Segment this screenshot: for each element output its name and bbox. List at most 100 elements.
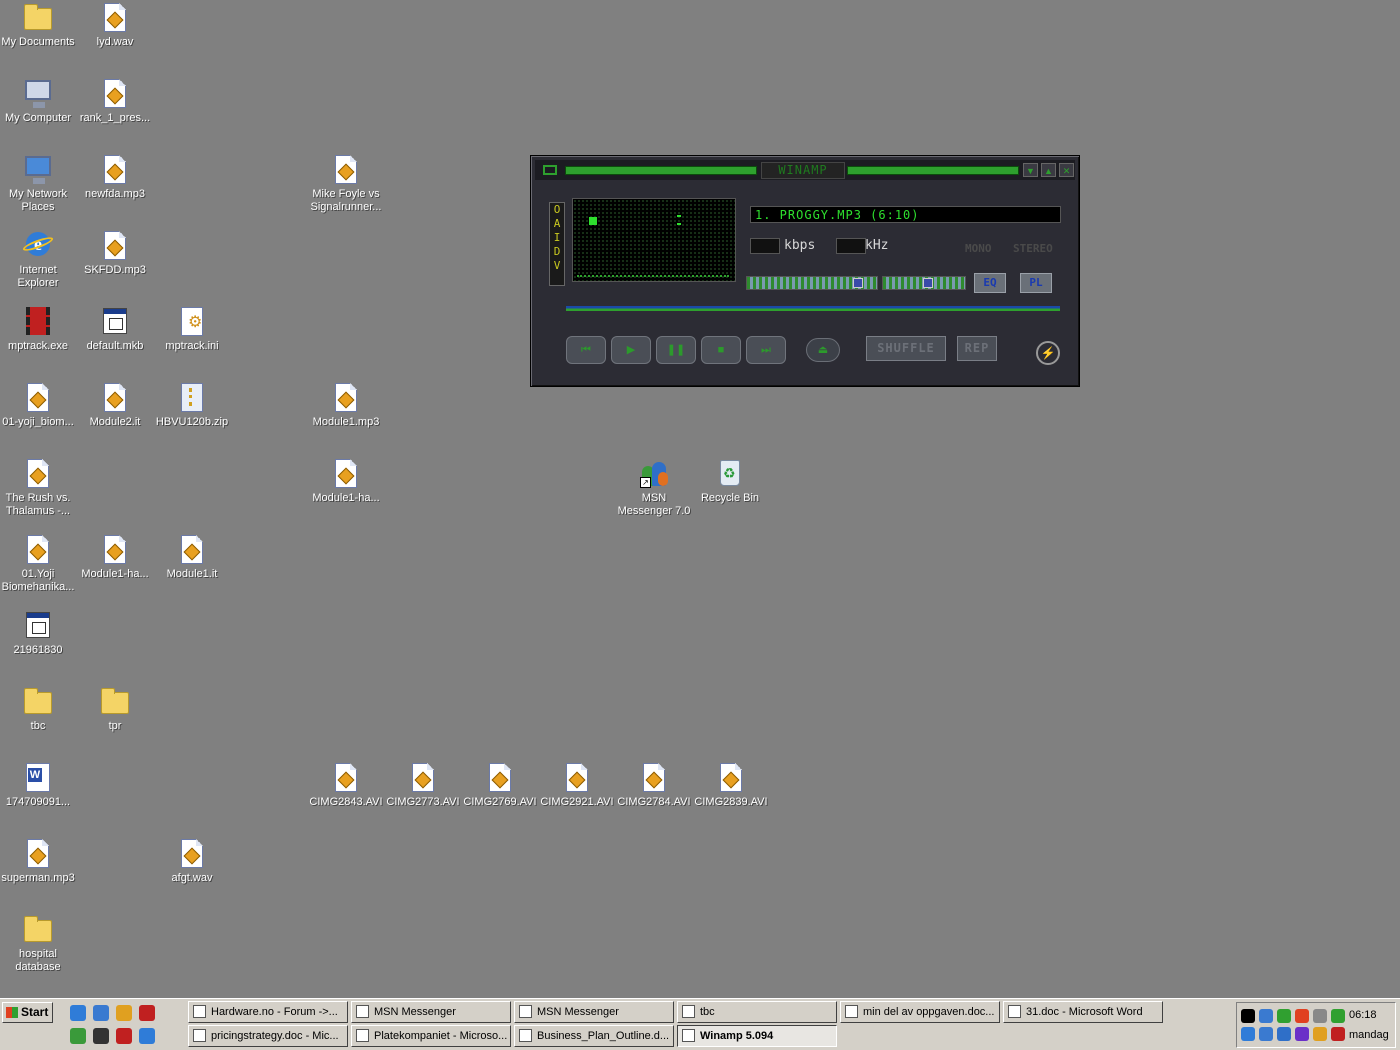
- eject-button[interactable]: ⏏: [806, 338, 840, 362]
- close-button[interactable]: ✕: [1059, 163, 1074, 177]
- desktop-icon[interactable]: CIMG2769.AVI: [462, 762, 538, 809]
- clutterbar[interactable]: OAIDV: [549, 202, 565, 286]
- volume-knob[interactable]: [853, 278, 863, 288]
- desktop-icon[interactable]: ↗ MSN Messenger 7.0: [616, 458, 692, 518]
- volume-slider[interactable]: [746, 276, 878, 290]
- desktop-icon[interactable]: mptrack.ini: [154, 306, 230, 353]
- desktop-icon[interactable]: 01.Yoji Biomehanika...: [0, 534, 76, 594]
- desktop-icon[interactable]: mptrack.exe: [0, 306, 76, 353]
- winamp-titlebar[interactable]: WINAMP ▼ ▲ ✕: [535, 160, 1075, 180]
- film-icon[interactable]: [139, 1005, 155, 1021]
- clutterbar-letter[interactable]: V: [550, 259, 564, 273]
- desktop-icon[interactable]: 174709091...: [0, 762, 76, 809]
- desktop-icon[interactable]: Recycle Bin: [692, 458, 768, 505]
- media-tray-icon[interactable]: [1241, 1009, 1255, 1023]
- msn-icon[interactable]: [70, 1028, 86, 1044]
- messenger-tray-icon[interactable]: [1259, 1027, 1273, 1041]
- repeat-button[interactable]: REP: [957, 336, 997, 361]
- desktop-icon[interactable]: 01-yoji_biom...: [0, 382, 76, 429]
- desktop-icon[interactable]: Module1.it: [154, 534, 230, 581]
- taskbar-button[interactable]: Winamp 5.094: [677, 1025, 837, 1047]
- balance-knob[interactable]: [923, 278, 933, 288]
- msn-tray-icon[interactable]: [1259, 1009, 1273, 1023]
- playlist-toggle[interactable]: PL: [1020, 273, 1052, 293]
- desktop-icon[interactable]: 21961830: [0, 610, 76, 657]
- desktop-icon[interactable]: superman.mp3: [0, 838, 76, 885]
- display-tray-icon[interactable]: [1277, 1027, 1291, 1041]
- winamp-icon[interactable]: [116, 1005, 132, 1021]
- start-button[interactable]: Start: [2, 1002, 53, 1023]
- taskbar-button[interactable]: Platekompaniet - Microso...: [351, 1025, 511, 1047]
- ie-icon[interactable]: [70, 1005, 86, 1021]
- outlook-icon[interactable]: [93, 1005, 109, 1021]
- ok-tray-icon[interactable]: [1277, 1009, 1291, 1023]
- taskbar-button[interactable]: MSN Messenger: [351, 1001, 511, 1023]
- media-file-icon: [176, 534, 208, 566]
- desktop-icon[interactable]: e Internet Explorer: [0, 230, 76, 290]
- seek-bar[interactable]: [566, 306, 1060, 311]
- taskbar-button[interactable]: min del av oppgaven.doc...: [840, 1001, 1000, 1023]
- song-title-display[interactable]: 1. PROGGY.MP3 (6:10): [750, 206, 1061, 223]
- desktop-icon[interactable]: Module2.it: [77, 382, 153, 429]
- minimize-button[interactable]: ▼: [1023, 163, 1038, 177]
- winamp-menu-button[interactable]: [543, 165, 557, 175]
- search-icon[interactable]: [139, 1028, 155, 1044]
- equalizer-toggle[interactable]: EQ: [974, 273, 1006, 293]
- ie-tray-icon[interactable]: [1241, 1027, 1255, 1041]
- clutterbar-letter[interactable]: D: [550, 245, 564, 259]
- desktop-icon[interactable]: SKFDD.mp3: [77, 230, 153, 277]
- previous-button[interactable]: ⏮: [566, 336, 606, 364]
- desktop-icon[interactable]: afgt.wav: [154, 838, 230, 885]
- desktop-icon[interactable]: Mike Foyle vs Signalrunner...: [308, 154, 384, 214]
- next-button[interactable]: ⏭: [746, 336, 786, 364]
- desktop-icon[interactable]: newfda.mp3: [77, 154, 153, 201]
- desktop-icon[interactable]: CIMG2921.AVI: [539, 762, 615, 809]
- desktop-icon[interactable]: CIMG2773.AVI: [385, 762, 461, 809]
- desktop-icon[interactable]: Module1-ha...: [77, 534, 153, 581]
- winamp-window[interactable]: WINAMP ▼ ▲ ✕ OAIDV 1. PROGGY.MP3 (6:10) …: [530, 155, 1080, 387]
- desktop-icon[interactable]: My Network Places: [0, 154, 76, 214]
- desktop-icon[interactable]: tpr: [77, 686, 153, 733]
- gpu-tray-icon[interactable]: [1295, 1027, 1309, 1041]
- taskbar-button[interactable]: tbc: [677, 1001, 837, 1023]
- taskbar-button[interactable]: MSN Messenger: [514, 1001, 674, 1023]
- update-tray-icon[interactable]: [1331, 1009, 1345, 1023]
- network-tray-icon[interactable]: [1313, 1009, 1327, 1023]
- desktop-icon[interactable]: The Rush vs. Thalamus -...: [0, 458, 76, 518]
- stop-button[interactable]: ■: [701, 336, 741, 364]
- balance-slider[interactable]: [882, 276, 966, 290]
- antivirus-tray-icon[interactable]: [1295, 1009, 1309, 1023]
- pause-button[interactable]: ❚❚: [656, 336, 696, 364]
- desktop-icon[interactable]: CIMG2839.AVI: [693, 762, 769, 809]
- taskbar-button[interactable]: Hardware.no - Forum ->...: [188, 1001, 348, 1023]
- play-button[interactable]: ▶: [611, 336, 651, 364]
- security-tray-icon[interactable]: [1313, 1027, 1327, 1041]
- desktop-icon[interactable]: My Documents: [0, 2, 76, 49]
- winamp-logo-icon[interactable]: ⚡: [1036, 341, 1060, 365]
- desktop-icon[interactable]: hospital database: [0, 914, 76, 974]
- desktop-icon[interactable]: tbc: [0, 686, 76, 733]
- shield-icon[interactable]: [1331, 1027, 1345, 1041]
- visualizer[interactable]: [572, 198, 736, 282]
- desktop-icon[interactable]: Module1.mp3: [308, 382, 384, 429]
- desktop-icon[interactable]: rank_1_pres...: [77, 78, 153, 125]
- shade-button[interactable]: ▲: [1041, 163, 1056, 177]
- desktop-icon[interactable]: Module1-ha...: [308, 458, 384, 505]
- pdf-icon[interactable]: [116, 1028, 132, 1044]
- taskbar-button[interactable]: Business_Plan_Outline.d...: [514, 1025, 674, 1047]
- desktop-icon[interactable]: CIMG2843.AVI: [308, 762, 384, 809]
- clutterbar-letter[interactable]: A: [550, 217, 564, 231]
- clutterbar-letter[interactable]: I: [550, 231, 564, 245]
- taskbar-button[interactable]: 31.doc - Microsoft Word: [1003, 1001, 1163, 1023]
- desktop-icon[interactable]: default.mkb: [77, 306, 153, 353]
- font-icon[interactable]: [93, 1028, 109, 1044]
- taskbar-button[interactable]: pricingstrategy.doc - Mic...: [188, 1025, 348, 1047]
- shuffle-button[interactable]: SHUFFLE: [866, 336, 946, 361]
- clock[interactable]: 06:18: [1349, 1009, 1377, 1021]
- desktop-icon[interactable]: My Computer: [0, 78, 76, 125]
- clutterbar-letter[interactable]: O: [550, 203, 564, 217]
- desktop-icon[interactable]: HBVU120b.zip: [154, 382, 230, 429]
- desktop-icon[interactable]: lyd.wav: [77, 2, 153, 49]
- msn-icon: [519, 1005, 532, 1018]
- desktop-icon[interactable]: CIMG2784.AVI: [616, 762, 692, 809]
